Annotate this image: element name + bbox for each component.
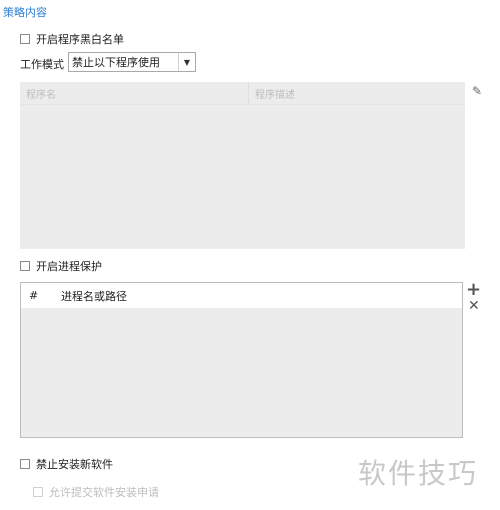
watermark-text: 软件技巧 [358, 457, 479, 490]
chevron-down-icon[interactable]: ▼ [178, 53, 195, 71]
work-mode-label: 工作模式 [20, 58, 64, 71]
whitelist-checkbox[interactable] [20, 34, 30, 44]
process-list-table[interactable]: # 进程名或路径 [20, 282, 463, 438]
program-list-table[interactable]: 程序名 程序描述 [20, 82, 465, 249]
column-header-program-name[interactable]: 程序名 [20, 82, 249, 104]
pencil-icon[interactable]: ✎ [470, 84, 484, 98]
plus-icon[interactable]: + [466, 281, 481, 299]
ban-install-checkbox[interactable] [20, 459, 30, 469]
close-icon[interactable]: ✕ [468, 299, 480, 313]
column-header-program-desc[interactable]: 程序描述 [249, 86, 295, 101]
column-header-index: # [29, 289, 39, 302]
allow-request-label: 允许提交软件安装申请 [49, 486, 159, 499]
allow-request-toggle: 允许提交软件安装申请 [33, 484, 159, 500]
work-mode-select[interactable]: 禁止以下程序使用 ▼ [68, 52, 196, 72]
section-title: 策略内容 [3, 6, 47, 19]
whitelist-toggle[interactable]: 开启程序黑白名单 [20, 31, 124, 47]
process-protection-checkbox[interactable] [20, 261, 30, 271]
column-header-process-path[interactable]: 进程名或路径 [61, 288, 127, 304]
process-table-header: # 进程名或路径 [21, 283, 462, 308]
ban-install-toggle[interactable]: 禁止安装新软件 [20, 456, 113, 472]
process-protection-toggle[interactable]: 开启进程保护 [20, 258, 102, 274]
ban-install-label: 禁止安装新软件 [36, 458, 113, 471]
program-table-header: 程序名 程序描述 [20, 82, 465, 105]
whitelist-label: 开启程序黑白名单 [36, 33, 124, 46]
work-mode-value: 禁止以下程序使用 [72, 56, 160, 69]
process-protection-label: 开启进程保护 [36, 260, 102, 273]
allow-request-checkbox [33, 487, 43, 497]
